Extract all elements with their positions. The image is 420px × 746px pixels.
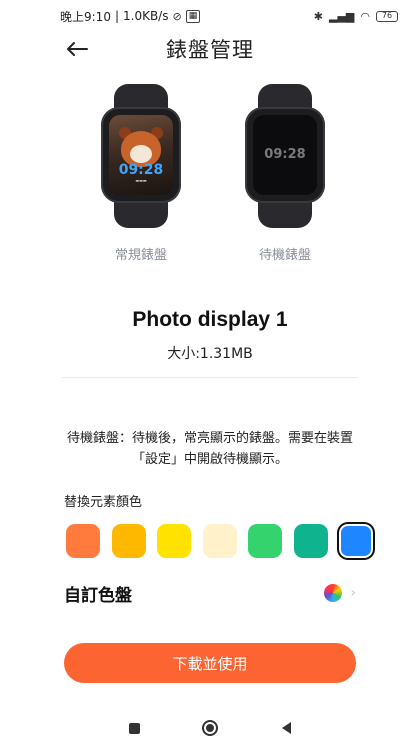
home-button[interactable] [198, 716, 222, 740]
notification-icon: ▦ [185, 9, 201, 23]
alarm-off-icon: ⊘ [172, 9, 182, 23]
network-speed: 1.0KB/s [123, 9, 169, 23]
color-swatch[interactable] [248, 524, 282, 558]
signal-icon: ▂▄▆ [329, 9, 355, 23]
circle-icon [202, 720, 218, 736]
watch-screen: 09:28 ▬▬▬ [109, 115, 173, 195]
wifi-icon: ◠ [360, 9, 370, 23]
watch-time: 09:28 [264, 147, 306, 162]
chevron-right-icon: › [350, 585, 356, 601]
red-panda-photo: 09:28 ▬▬▬ [109, 115, 173, 195]
download-and-use-button[interactable]: 下載並使用 [64, 643, 356, 683]
watch-previews: 09:28 ▬▬▬ 常規錶盤 09:28 待機錶盤 [0, 80, 420, 270]
panda-muzzle [130, 145, 152, 163]
status-separator: | [114, 9, 119, 23]
standby-description: 待機錶盤：待機後，常亮顯示的錶盤。需要在裝置「設定」中開啟待機顯示。 [66, 431, 353, 467]
recent-apps-button[interactable] [122, 716, 146, 740]
color-swatch[interactable] [202, 524, 237, 558]
system-back-button[interactable] [274, 716, 298, 740]
color-wheel-icon [324, 584, 343, 602]
square-icon [128, 722, 140, 734]
color-section-title: 替換元素顏色 [64, 495, 143, 510]
status-left: 晚上9:10 | 1.0KB/s ⊘ ▦ [60, 8, 201, 25]
header: 錶盤管理 [0, 30, 420, 70]
face-size: 大小:1.31MB [167, 346, 253, 362]
normal-face-label: 常規錶盤 [114, 248, 167, 263]
normal-face-preview[interactable]: 09:28 ▬▬▬ 常規錶盤 [96, 80, 186, 270]
watch-screen: 09:28 [253, 115, 317, 195]
watch-date-line: ▬▬▬ [135, 178, 147, 183]
color-swatch[interactable] [337, 522, 375, 560]
battery-icon: 76 [376, 10, 398, 22]
divider [62, 377, 358, 378]
system-nav-bar [0, 706, 420, 746]
bluetooth-icon: ✱ [313, 9, 323, 23]
standby-face-label: 待機錶盤 [258, 248, 311, 263]
color-swatch[interactable] [293, 524, 328, 558]
color-swatch[interactable] [66, 524, 100, 558]
status-right: ✱ ▂▄▆ ◠ 76 [314, 10, 398, 23]
custom-palette-controls: › [324, 584, 356, 602]
custom-palette-row[interactable]: 自訂色盤 › [64, 578, 356, 608]
watch-time: 09:28 [118, 162, 164, 178]
face-name: Photo display 1 [132, 308, 288, 331]
custom-palette-label: 自訂色盤 [64, 585, 132, 606]
standby-face-preview[interactable]: 09:28 待機錶盤 [240, 80, 330, 270]
color-swatch[interactable] [111, 524, 146, 558]
status-time: 晚上9:10 [60, 9, 111, 24]
triangle-back-icon [281, 722, 291, 734]
status-bar: 晚上9:10 | 1.0KB/s ⊘ ▦ ✱ ▂▄▆ ◠ 76 [0, 0, 420, 32]
color-swatch[interactable] [157, 524, 191, 558]
color-swatches [66, 522, 378, 562]
page-title: 錶盤管理 [166, 38, 254, 62]
